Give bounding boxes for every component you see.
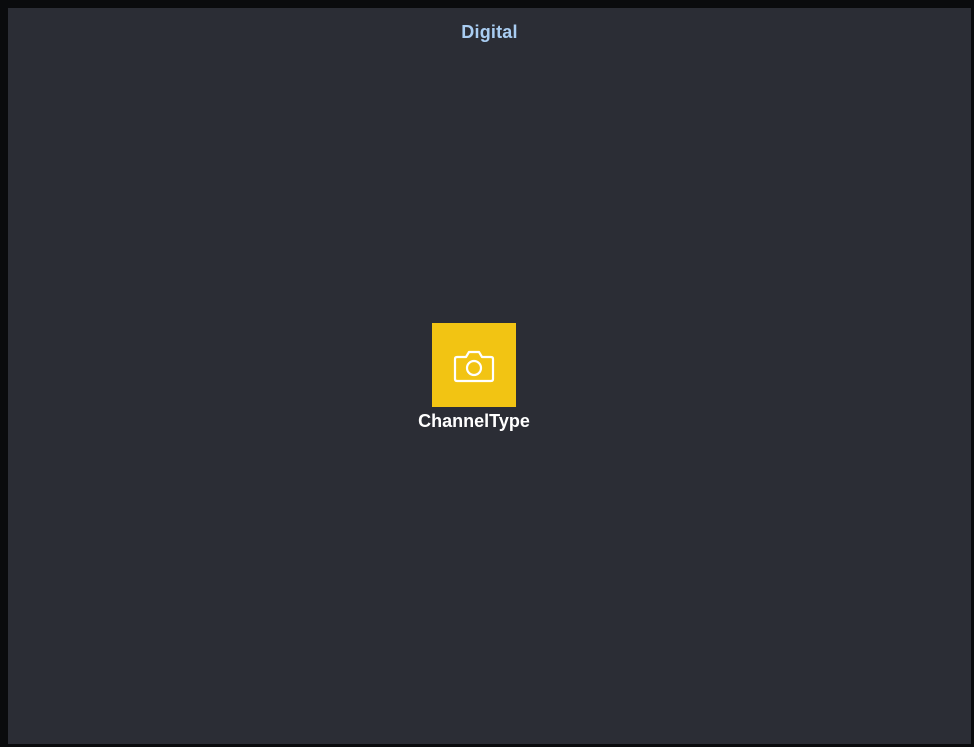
channel-type-label[interactable]: ChannelType (374, 411, 574, 432)
main-panel: Digital ChannelType (8, 8, 971, 744)
camera-icon (453, 348, 495, 384)
page-title: Digital (461, 22, 518, 42)
window-frame: Digital ChannelType (0, 0, 974, 747)
channel-type-button[interactable] (432, 323, 516, 407)
